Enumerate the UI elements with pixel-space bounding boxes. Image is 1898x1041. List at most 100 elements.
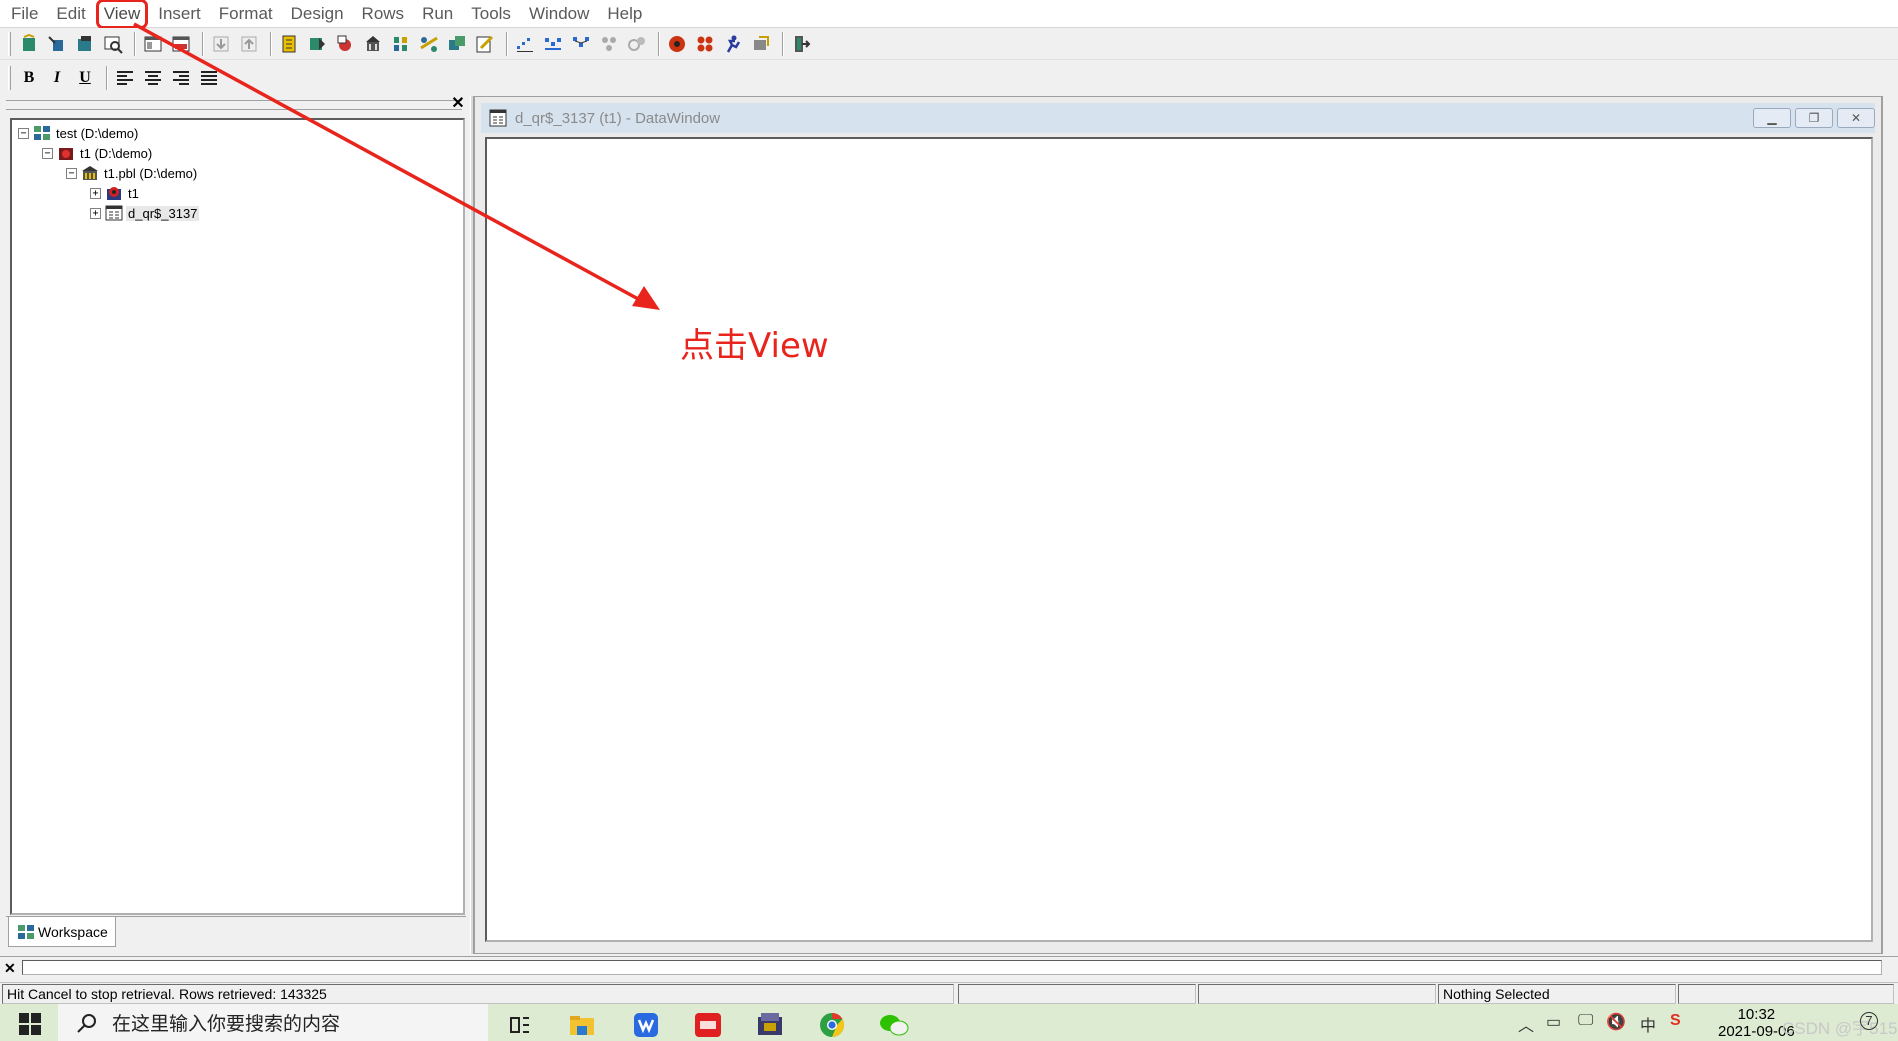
workspace-tree: − test (D:\demo) − t1 (D:\demo) − t1.pbl… [10,118,465,915]
notification-count[interactable]: 7 [1860,1012,1878,1030]
open-icon[interactable] [73,32,97,56]
wechat-icon[interactable] [874,1008,914,1041]
new-icon[interactable] [17,32,41,56]
chrome-icon[interactable] [812,1008,852,1041]
search-placeholder: 在这里输入你要搜索的内容 [112,1014,341,1035]
powerbuilder-app-icon[interactable] [750,1008,790,1041]
layout-icon[interactable] [141,32,165,56]
tab-workspace[interactable]: Workspace [8,917,116,947]
tree-node-target[interactable]: − t1 (D:\demo) [42,144,154,162]
input-method-indicator[interactable]: 中 [1640,1012,1656,1036]
bring-front-icon[interactable] [237,32,261,56]
collapse-icon[interactable]: − [18,127,29,139]
annotation-text: 点击View [680,326,829,366]
datawindow-icon [489,109,507,127]
toolbar-grip[interactable] [8,31,11,56]
send-back-icon[interactable] [209,32,233,56]
taskbar-search-box[interactable]: 在这里输入你要搜索的内容 [58,1004,488,1041]
toolbar-grip[interactable] [8,66,11,90]
exit-icon[interactable] [789,32,813,56]
tray-expand-icon[interactable]: ︿ [1518,1012,1534,1036]
bold-button[interactable]: B [17,66,41,90]
menu-tools[interactable]: Tools [466,2,516,26]
profile-icon[interactable] [693,32,717,56]
workspace-title-bar[interactable] [6,100,462,110]
expand-icon[interactable]: + [90,187,101,199]
menu-run[interactable]: Run [417,2,458,26]
datawindow-icon [105,205,123,221]
tree-node-label: t1 (D:\demo) [80,145,153,161]
output-field[interactable] [22,960,1882,975]
search-icon [76,1012,98,1034]
grid-layout-icon[interactable] [169,32,193,56]
debug-icon[interactable] [333,32,357,56]
style-toolbar: B I U [0,62,1898,94]
menu-bar: File Edit View Insert Format Design Rows… [0,0,1898,29]
menu-file[interactable]: File [6,2,43,26]
windows-start-icon[interactable] [18,1012,42,1036]
menu-help[interactable]: Help [602,2,647,26]
workspace-icon [17,924,35,940]
expand-icon[interactable]: + [90,207,101,219]
menu-view[interactable]: View [95,0,149,29]
align-center-icon[interactable] [141,66,165,90]
tree-node-label: test (D:\demo) [56,125,139,141]
menu-insert[interactable]: Insert [153,2,206,26]
datawindow-painter: d_qr$_3137 (t1) - DataWindow ▁ ❐ ✕ [474,96,1882,954]
inherit-icon[interactable] [45,32,69,56]
close-button[interactable]: ✕ [1837,108,1875,128]
volume-muted-icon[interactable]: 🔇 [1606,1012,1626,1032]
minimize-button[interactable]: ▁ [1753,108,1791,128]
network-icon[interactable]: 🖵 [1578,1012,1593,1030]
close-icon[interactable]: ✕ [449,96,467,112]
align-right-icon[interactable] [169,66,193,90]
group-icon[interactable] [597,32,621,56]
tree-icon[interactable] [569,32,593,56]
datawindow-canvas[interactable] [485,137,1873,942]
battery-icon[interactable]: ▭ [1546,1012,1561,1032]
close-icon[interactable]: ✕ [4,960,16,977]
menu-window[interactable]: Window [524,2,594,26]
justify-icon[interactable] [197,66,221,90]
edit-icon[interactable] [473,32,497,56]
tree-node-workspace[interactable]: − test (D:\demo) [18,124,140,142]
status-selection: Nothing Selected [1438,984,1676,1004]
crosstab-icon[interactable] [541,32,565,56]
file-explorer-icon[interactable] [562,1008,602,1041]
wps-office-icon[interactable] [626,1008,666,1041]
youdao-dict-icon[interactable] [688,1008,728,1041]
preview-icon[interactable] [101,32,125,56]
nested-icon[interactable] [625,32,649,56]
library-painter-icon[interactable] [277,32,301,56]
restore-button[interactable]: ❐ [1795,108,1833,128]
tree-node-label: d_qr$_3137 [126,205,200,221]
menu-rows[interactable]: Rows [357,2,410,26]
run-app-icon[interactable] [721,32,745,56]
align-left-icon[interactable] [113,66,137,90]
query-icon[interactable] [445,32,469,56]
toolbar-separator [782,31,784,56]
italic-button[interactable]: I [45,66,69,90]
windows-taskbar: 在这里输入你要搜索的内容 ︿ ▭ 🖵 🔇 中 S 10:32 2021-09-0… [0,1004,1898,1041]
tree-node-library[interactable]: − t1.pbl (D:\demo) [66,164,199,182]
run-icon[interactable] [305,32,329,56]
debugger-icon[interactable] [665,32,689,56]
tree-node-application[interactable]: + t1 [90,184,141,202]
menu-format[interactable]: Format [214,2,278,26]
collapse-icon[interactable]: − [66,167,77,179]
deploy-icon[interactable] [749,32,773,56]
tree-node-label: t1.pbl (D:\demo) [104,165,198,181]
pipeline-icon[interactable] [417,32,441,56]
status-panel-empty [958,984,1196,1004]
database-icon[interactable] [361,32,385,56]
underline-button[interactable]: U [73,66,97,90]
graph-icon[interactable] [513,32,537,56]
sogou-ime-icon[interactable]: S [1670,1012,1681,1030]
db-profile-icon[interactable] [389,32,413,56]
tree-node-datawindow[interactable]: + d_qr$_3137 [90,204,200,222]
menu-design[interactable]: Design [286,2,349,26]
collapse-icon[interactable]: − [42,147,53,159]
menu-edit[interactable]: Edit [51,2,90,26]
task-view-icon[interactable] [500,1008,540,1041]
datawindow-title-bar[interactable]: d_qr$_3137 (t1) - DataWindow ▁ ❐ ✕ [481,103,1875,133]
